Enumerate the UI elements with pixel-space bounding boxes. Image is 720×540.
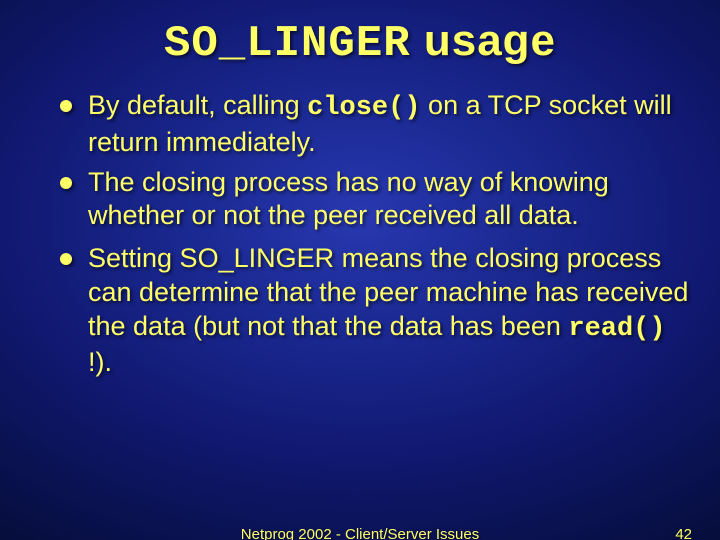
bullet-text-pre: The closing process has no way of knowin…: [88, 167, 609, 231]
bullet-code: read(): [568, 314, 665, 344]
title-code: SO_LINGER: [164, 19, 411, 69]
page-number: 42: [675, 526, 692, 540]
bullet-item: By default, calling close() on a TCP soc…: [60, 89, 690, 160]
bullet-item: Setting SO_LINGER means the closing proc…: [60, 242, 690, 380]
slide-title: SO_LINGER usage: [0, 0, 720, 69]
bullet-item: The closing process has no way of knowin…: [60, 166, 690, 237]
slide-body: By default, calling close() on a TCP soc…: [0, 69, 720, 380]
footer-text: Netprog 2002 - Client/Server Issues: [0, 526, 720, 540]
title-rest: usage: [411, 16, 556, 65]
slide: SO_LINGER usage By default, calling clos…: [0, 0, 720, 540]
bullet-text-post: !).: [88, 347, 112, 377]
bullet-code: close(): [307, 93, 420, 123]
bullet-text-pre: By default, calling: [88, 90, 307, 120]
